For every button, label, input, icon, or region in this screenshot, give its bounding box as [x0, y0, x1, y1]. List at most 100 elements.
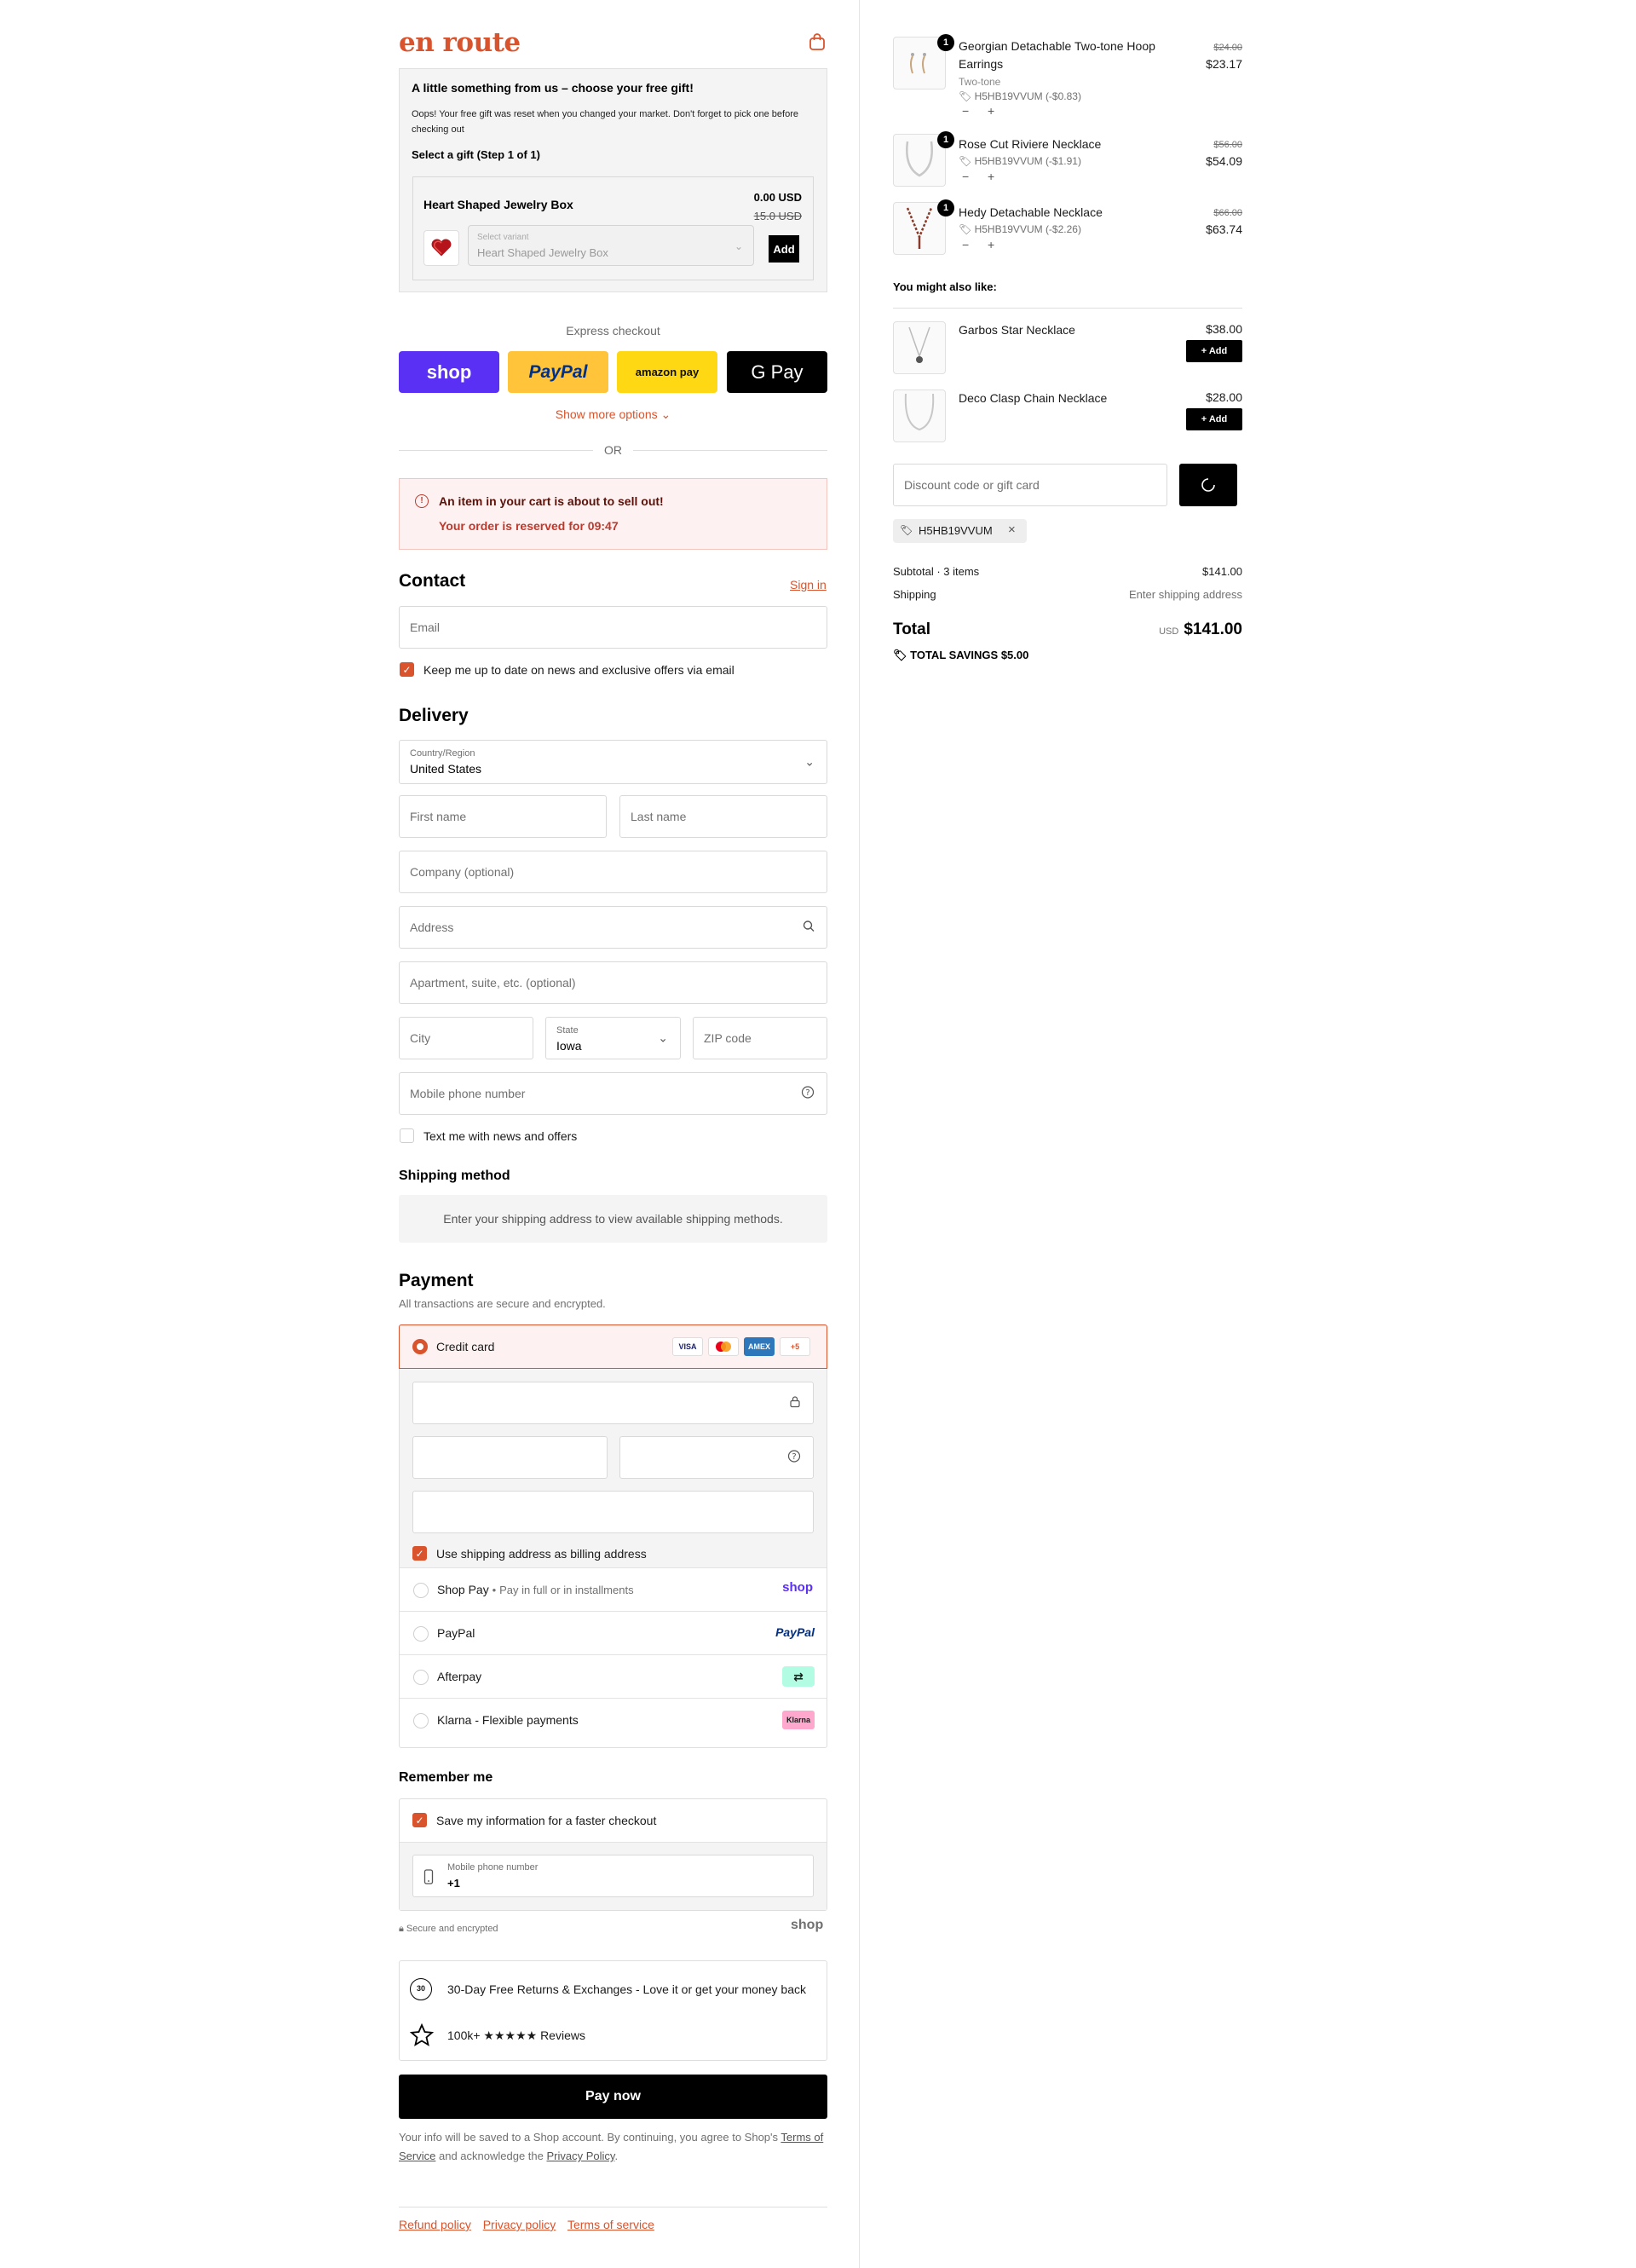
city-field[interactable]: City: [399, 1017, 533, 1059]
shop-pay-option[interactable]: Shop Pay • Pay in full or in installment…: [400, 1568, 827, 1612]
cart-item-name: Hedy Detachable Necklace: [959, 205, 1103, 219]
sign-in-link[interactable]: Sign in: [790, 578, 827, 592]
alert-circle-icon: !: [415, 494, 429, 508]
cart-item-price: $54.09: [1206, 154, 1242, 168]
zip-field[interactable]: ZIP code: [693, 1017, 827, 1059]
apartment-field[interactable]: Apartment, suite, etc. (optional): [399, 961, 827, 1004]
quantity-badge: 1: [937, 199, 954, 216]
paypal-logo: PayPal: [528, 361, 588, 382]
chevron-down-icon: ⌄: [804, 754, 815, 769]
first-name-field[interactable]: First name: [399, 795, 607, 838]
upsell-add-button[interactable]: + Add: [1186, 408, 1242, 430]
total-amount: USD $141.00: [1072, 620, 1242, 639]
remember-phone-label: Mobile phone number: [447, 1862, 539, 1873]
total-label: Total: [893, 620, 930, 638]
card-expiry-field[interactable]: [412, 1436, 608, 1479]
klarna-option[interactable]: Klarna - Flexible payments Klarna: [400, 1699, 827, 1742]
credit-card-radio[interactable]: [412, 1339, 428, 1354]
google-pay-express-button[interactable]: G Pay: [727, 351, 827, 393]
company-field[interactable]: Company (optional): [399, 851, 827, 893]
cart-item-name: Rose Cut Riviere Necklace: [959, 137, 1102, 151]
svg-text:?: ?: [805, 1088, 809, 1098]
country-select[interactable]: Country/Region United States ⌄: [399, 740, 827, 784]
gift-variant-value: Heart Shaped Jewelry Box: [477, 246, 608, 259]
decrease-quantity-button[interactable]: −: [962, 238, 969, 251]
state-select[interactable]: State Iowa ⌄: [545, 1017, 681, 1059]
google-pay-logo: G Pay: [751, 361, 804, 383]
billing-same-label: Use shipping address as billing address: [436, 1547, 647, 1561]
decrease-quantity-button[interactable]: −: [962, 104, 969, 118]
shop-privacy-link[interactable]: Privacy Policy: [546, 2150, 614, 2162]
remove-code-icon[interactable]: ×: [1008, 522, 1016, 537]
lock-icon: [789, 1396, 801, 1411]
divider-line: [399, 450, 593, 451]
apply-discount-button[interactable]: [1179, 464, 1237, 506]
increase-quantity-button[interactable]: +: [988, 104, 994, 118]
card-number-field[interactable]: [412, 1382, 814, 1424]
more-cards-badge: +5: [780, 1337, 810, 1356]
cart-item-discount: 🏷︎ H5HB19VVUM (-$2.26): [959, 223, 1081, 235]
product-thumbnail: [893, 390, 946, 442]
cart-item-price: $63.74: [1206, 222, 1242, 236]
increase-quantity-button[interactable]: +: [988, 170, 994, 183]
cart-item-variant: Two-tone: [959, 76, 1001, 88]
credit-card-option[interactable]: Credit card VISA AMEX +5: [399, 1324, 827, 1369]
credit-card-label: Credit card: [436, 1340, 495, 1353]
pay-now-button[interactable]: Pay now: [399, 2075, 827, 2119]
billing-same-checkbox[interactable]: ✓: [412, 1546, 427, 1561]
gift-add-button[interactable]: Add: [769, 235, 799, 263]
card-cvv-field[interactable]: ?: [619, 1436, 814, 1479]
decrease-quantity-button[interactable]: −: [962, 170, 969, 183]
paypal-express-button[interactable]: PayPal: [508, 351, 608, 393]
card-details-form: ? ✓ Use shipping address as billing addr…: [400, 1369, 827, 1568]
cart-item-name: Georgian Detachable Two-tone Hoop Earrin…: [959, 39, 1155, 71]
paypal-option[interactable]: PayPal PayPal: [400, 1612, 827, 1655]
refund-policy-link[interactable]: Refund policy: [399, 2218, 471, 2231]
shopping-bag-icon[interactable]: [808, 32, 827, 51]
cart-item-old-price: $56.00: [1213, 140, 1242, 150]
divider-line: [633, 450, 827, 451]
total-currency: USD: [1159, 626, 1179, 637]
discount-code-field[interactable]: Discount code or gift card: [893, 464, 1167, 506]
amazon-pay-express-button[interactable]: amazon pay: [617, 351, 717, 393]
show-more-text: Show more options: [555, 407, 658, 421]
secure-note-text: Secure and encrypted: [406, 1924, 498, 1934]
alert-title: An item in your cart is about to sell ou…: [439, 494, 664, 508]
afterpay-radio[interactable]: [413, 1670, 429, 1685]
upsell-add-button[interactable]: + Add: [1186, 340, 1242, 362]
shop-pay-subtitle: Pay in full or in installments: [499, 1584, 634, 1596]
shop-pay-radio[interactable]: [413, 1583, 429, 1598]
show-more-options-link[interactable]: Show more options ⌄: [399, 407, 827, 422]
increase-quantity-button[interactable]: +: [988, 238, 994, 251]
address-field[interactable]: Address: [399, 906, 827, 949]
phone-field[interactable]: Mobile phone number ?: [399, 1072, 827, 1115]
chevron-down-icon: ⌄: [660, 407, 671, 421]
shipping-value: Enter shipping address: [1129, 588, 1242, 601]
klarna-radio[interactable]: [413, 1713, 429, 1728]
privacy-policy-link[interactable]: Privacy policy: [483, 2218, 556, 2231]
upsell-heading: You might also like:: [893, 280, 997, 293]
upsell-divider: [893, 308, 1242, 309]
remember-phone-field[interactable]: Mobile phone number +1: [412, 1855, 814, 1897]
save-info-checkbox[interactable]: ✓: [412, 1813, 427, 1827]
gift-variant-select[interactable]: Select variant Heart Shaped Jewelry Box …: [468, 225, 754, 266]
svg-text:?: ?: [792, 1452, 796, 1462]
newsletter-checkbox[interactable]: ✓: [400, 662, 414, 677]
afterpay-option[interactable]: Afterpay ⇄: [400, 1655, 827, 1699]
shop-pay-express-button[interactable]: shop: [399, 351, 499, 393]
footer-links: Refund policy Privacy policy Terms of se…: [399, 2218, 663, 2231]
store-logo[interactable]: en route: [399, 27, 521, 58]
help-icon[interactable]: ?: [801, 1086, 815, 1102]
paypal-radio[interactable]: [413, 1626, 429, 1642]
express-checkout-label: Express checkout: [566, 324, 660, 338]
applied-code: H5HB19VVUM: [919, 524, 993, 537]
secure-note: 🔒︎ Secure and encrypted: [399, 1924, 498, 1935]
help-icon[interactable]: ?: [787, 1450, 801, 1466]
last-name-field[interactable]: Last name: [619, 795, 827, 838]
terms-of-service-link[interactable]: Terms of service: [567, 2218, 654, 2231]
returns-text: 30-Day Free Returns & Exchanges - Love i…: [447, 1982, 806, 1996]
contact-heading: Contact: [399, 571, 466, 591]
text-me-checkbox[interactable]: [400, 1128, 414, 1143]
card-name-field[interactable]: [412, 1491, 814, 1533]
email-field[interactable]: Email: [399, 606, 827, 649]
